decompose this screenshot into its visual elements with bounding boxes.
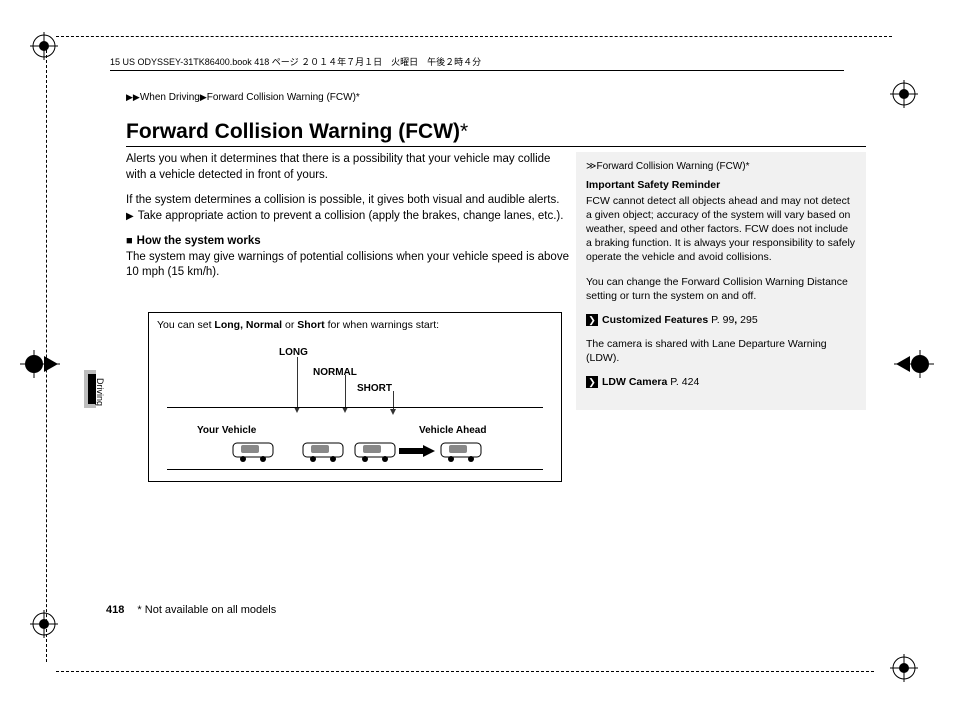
warning-distance-diagram: You can set Long, Normal or Short for wh… [148,312,562,482]
car-icon [231,439,275,463]
xref-icon: ❯ [586,314,598,326]
page-footer: 418 * Not available on all models [106,604,276,616]
triangle-icon: ▶ [200,92,207,102]
registration-mark-icon [30,32,58,60]
main-content: Alerts you when it determines that there… [126,152,570,291]
cross-reference: ❯Customized Features P. 99, 295 [586,313,856,327]
label-short: SHORT [357,383,392,394]
marker-arrow-icon [297,357,298,407]
print-header: 15 US ODYSSEY-31TK86400.book 418 ページ ２０１… [110,55,844,71]
alert-paragraph: If the system determines a collision is … [126,193,570,224]
safety-reminder-text: FCW cannot detect all objects ahead and … [586,194,856,265]
crop-frame [56,671,874,672]
label-vehicle-ahead: Vehicle Ahead [419,425,486,436]
how-it-works-paragraph: The system may give warnings of potentia… [126,250,570,281]
sidebar-heading: Important Safety Reminder [586,178,856,192]
breadcrumb: ▶▶When Driving▶Forward Collision Warning… [126,92,360,103]
settings-change-text: You can change the Forward Collision War… [586,275,856,303]
car-icon [301,439,345,463]
registration-mark-icon [890,80,918,108]
label-long: LONG [279,347,308,358]
registration-mark-icon [890,654,918,682]
road-line [167,407,543,408]
xref-icon: ❯ [586,376,598,388]
diagram-caption: You can set Long, Normal or Short for wh… [149,313,561,331]
link-icon: ≫ [586,161,596,172]
label-your-vehicle: Your Vehicle [197,425,256,436]
intro-paragraph: Alerts you when it determines that there… [126,152,570,183]
section-heading: How the system works [126,234,570,250]
page-number: 418 [106,604,124,616]
marker-arrow-icon [345,375,346,407]
camera-shared-text: The camera is shared with Lane Departure… [586,337,856,365]
triangle-icon: ▶▶ [126,92,140,102]
sidebar-title: ≫Forward Collision Warning (FCW)* [586,160,856,174]
crop-frame [56,36,892,56]
page-title: Forward Collision Warning (FCW)* [126,120,866,147]
car-icon [353,439,397,463]
crop-frame [46,50,47,662]
action-bullet: Take appropriate action to prevent a col… [126,210,563,222]
footnote: * Not available on all models [137,604,276,616]
registration-mark-icon [30,610,58,638]
sidebar-info-box: ≫Forward Collision Warning (FCW)* Import… [576,152,866,410]
cross-reference: ❯LDW Camera P. 424 [586,375,856,389]
arrow-right-icon [399,445,435,457]
section-tab-label: Driving [95,378,105,406]
label-normal: NORMAL [313,367,357,378]
road-line [167,469,543,470]
registration-mark-icon [20,350,60,378]
car-icon [439,439,483,463]
registration-mark-icon [894,350,934,378]
